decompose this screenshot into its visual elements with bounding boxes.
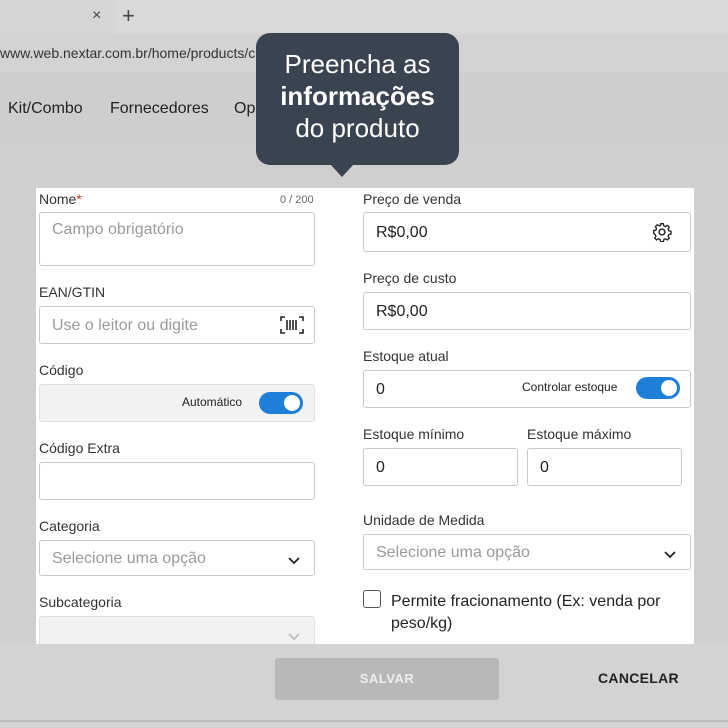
- close-tab-icon[interactable]: ×: [92, 7, 101, 25]
- tooltip-line-2: informações: [280, 81, 435, 111]
- nav-item-op[interactable]: Op: [234, 100, 255, 118]
- controlar-estoque-toggle[interactable]: [636, 377, 680, 399]
- cancel-button[interactable]: CANCELAR: [598, 670, 679, 686]
- nome-char-counter: 0 / 200: [280, 194, 314, 206]
- form-actions-bar: SALVAR CANCELAR: [0, 644, 728, 728]
- nome-label: Nome*: [39, 191, 82, 207]
- ean-label: EAN/GTIN: [39, 284, 106, 300]
- url-text[interactable]: www.web.nextar.com.br/home/products/cr: [0, 45, 260, 61]
- preco-custo-label: Preço de custo: [363, 270, 457, 286]
- estoque-maximo-label: Estoque máximo: [527, 426, 632, 442]
- codigo-extra-input[interactable]: [39, 462, 315, 500]
- estoque-minimo-value: 0: [376, 459, 385, 476]
- categoria-select[interactable]: Selecione uma opção: [39, 540, 315, 576]
- product-form-card: Nome* 0 / 200 Campo obrigatório EAN/GTIN…: [36, 188, 694, 644]
- categoria-placeholder: Selecione uma opção: [52, 550, 206, 567]
- tooltip-arrow: [330, 164, 354, 177]
- horizontal-scrollbar[interactable]: [0, 720, 728, 722]
- unidade-medida-label: Unidade de Medida: [363, 512, 485, 528]
- estoque-minimo-label: Estoque mínimo: [363, 426, 465, 442]
- chevron-down-icon: [288, 552, 300, 570]
- save-button[interactable]: SALVAR: [275, 658, 499, 700]
- estoque-minimo-input[interactable]: 0: [363, 448, 518, 486]
- nome-input[interactable]: Campo obrigatório: [39, 212, 315, 266]
- automatico-label: Automático: [182, 395, 243, 409]
- estoque-atual-label: Estoque atual: [363, 348, 449, 364]
- estoque-atual-value: 0: [376, 381, 385, 398]
- fracionamento-checkbox[interactable]: [363, 590, 381, 608]
- nav-item-kit-combo[interactable]: Kit/Combo: [8, 100, 83, 118]
- nav-item-fornecedores[interactable]: Fornecedores: [110, 100, 209, 118]
- preco-venda-input[interactable]: R$0,00: [363, 212, 691, 252]
- required-mark: *: [76, 191, 82, 207]
- new-tab-icon[interactable]: +: [122, 3, 135, 29]
- onboarding-tooltip: Preencha as informações do produto: [256, 33, 459, 165]
- barcode-scanner-icon[interactable]: [280, 315, 304, 340]
- estoque-atual-input[interactable]: 0 Controlar estoque: [363, 370, 691, 408]
- estoque-maximo-input[interactable]: 0: [527, 448, 682, 486]
- estoque-maximo-value: 0: [540, 459, 549, 476]
- chevron-down-icon: [664, 546, 676, 564]
- browser-tab[interactable]: ×: [0, 0, 116, 34]
- gear-icon[interactable]: [652, 222, 672, 247]
- preco-venda-label: Preço de venda: [363, 191, 462, 207]
- ean-placeholder: Use o leitor ou digite: [52, 317, 198, 334]
- codigo-label: Código: [39, 362, 84, 378]
- tooltip-line-3: do produto: [295, 113, 420, 143]
- subcategoria-select: [39, 616, 315, 644]
- automatico-toggle[interactable]: [259, 392, 303, 414]
- preco-venda-value: R$0,00: [376, 224, 428, 241]
- chevron-down-icon: [288, 628, 300, 644]
- codigo-extra-label: Código Extra: [39, 440, 120, 456]
- unidade-medida-select[interactable]: Selecione uma opção: [363, 534, 691, 570]
- subcategoria-label: Subcategoria: [39, 594, 122, 610]
- categoria-label: Categoria: [39, 518, 100, 534]
- preco-custo-value: R$0,00: [376, 303, 428, 320]
- ean-input[interactable]: Use o leitor ou digite: [39, 306, 315, 344]
- browser-tab-bar: × +: [0, 0, 728, 34]
- preco-custo-input[interactable]: R$0,00: [363, 292, 691, 330]
- unidade-placeholder: Selecione uma opção: [376, 544, 530, 561]
- controlar-estoque-label: Controlar estoque: [522, 380, 618, 394]
- nome-placeholder: Campo obrigatório: [52, 221, 184, 238]
- codigo-input: Automático: [39, 384, 315, 422]
- tooltip-line-1: Preencha as: [284, 49, 431, 79]
- fracionamento-label[interactable]: Permite fracionamento (Ex: venda por pes…: [391, 591, 660, 635]
